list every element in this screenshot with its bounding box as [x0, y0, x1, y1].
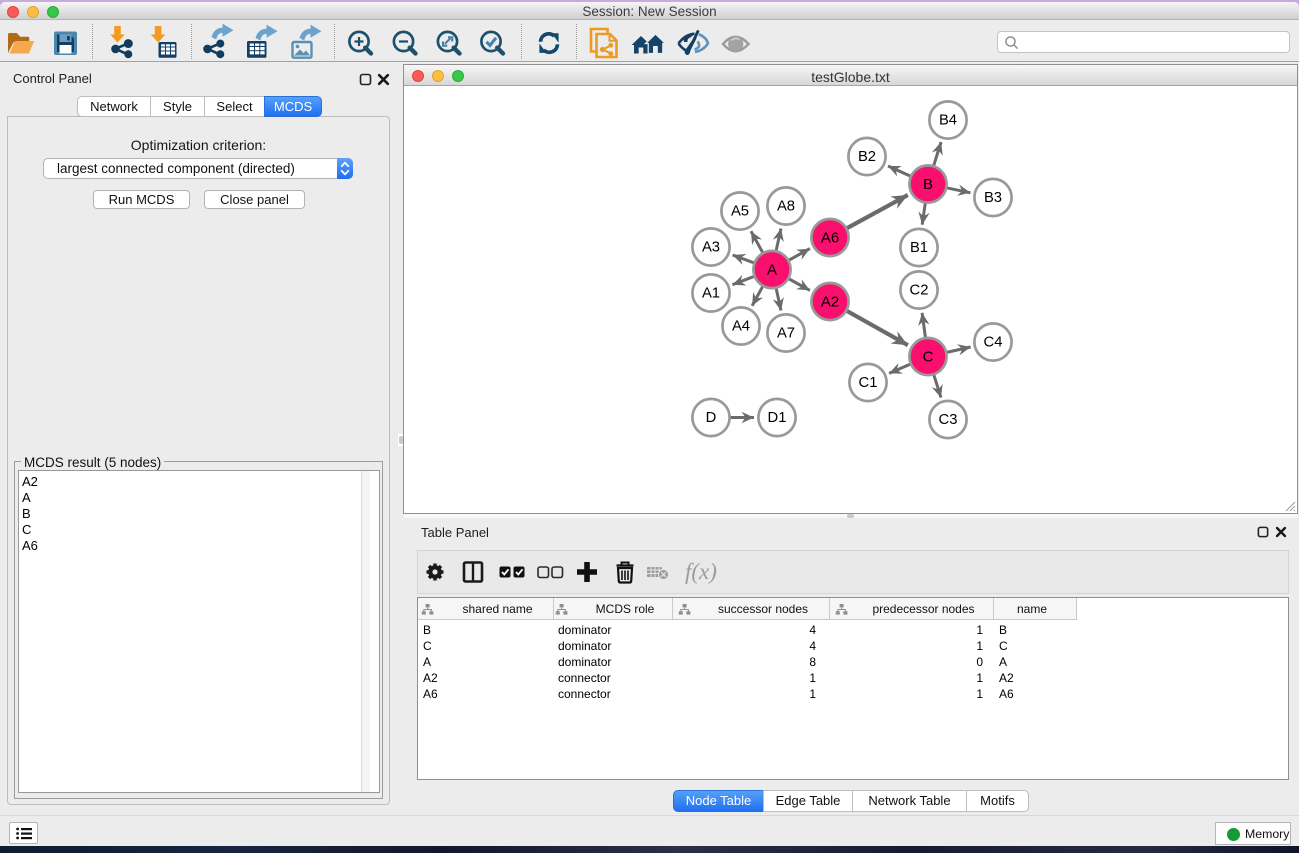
svg-text:C3: C3	[939, 412, 958, 428]
svg-text:A7: A7	[777, 326, 795, 342]
svg-text:A4: A4	[732, 319, 750, 335]
svg-text:A3: A3	[702, 240, 720, 256]
svg-text:B3: B3	[984, 190, 1002, 206]
svg-text:A: A	[767, 262, 777, 279]
svg-text:A1: A1	[702, 286, 720, 302]
svg-text:D1: D1	[768, 410, 787, 426]
svg-text:D: D	[706, 410, 717, 426]
svg-text:B2: B2	[858, 149, 876, 165]
svg-text:B4: B4	[939, 113, 957, 129]
svg-text:A2: A2	[821, 294, 839, 311]
svg-text:C: C	[923, 349, 934, 366]
svg-text:A8: A8	[777, 199, 795, 215]
svg-text:C1: C1	[859, 375, 878, 391]
svg-text:C4: C4	[984, 335, 1003, 351]
svg-text:B: B	[923, 176, 933, 193]
svg-text:A6: A6	[821, 230, 839, 247]
svg-text:B1: B1	[910, 240, 928, 256]
svg-text:f(x): f(x)	[685, 559, 717, 584]
svg-text:C2: C2	[910, 283, 929, 299]
svg-text:A5: A5	[731, 204, 749, 220]
